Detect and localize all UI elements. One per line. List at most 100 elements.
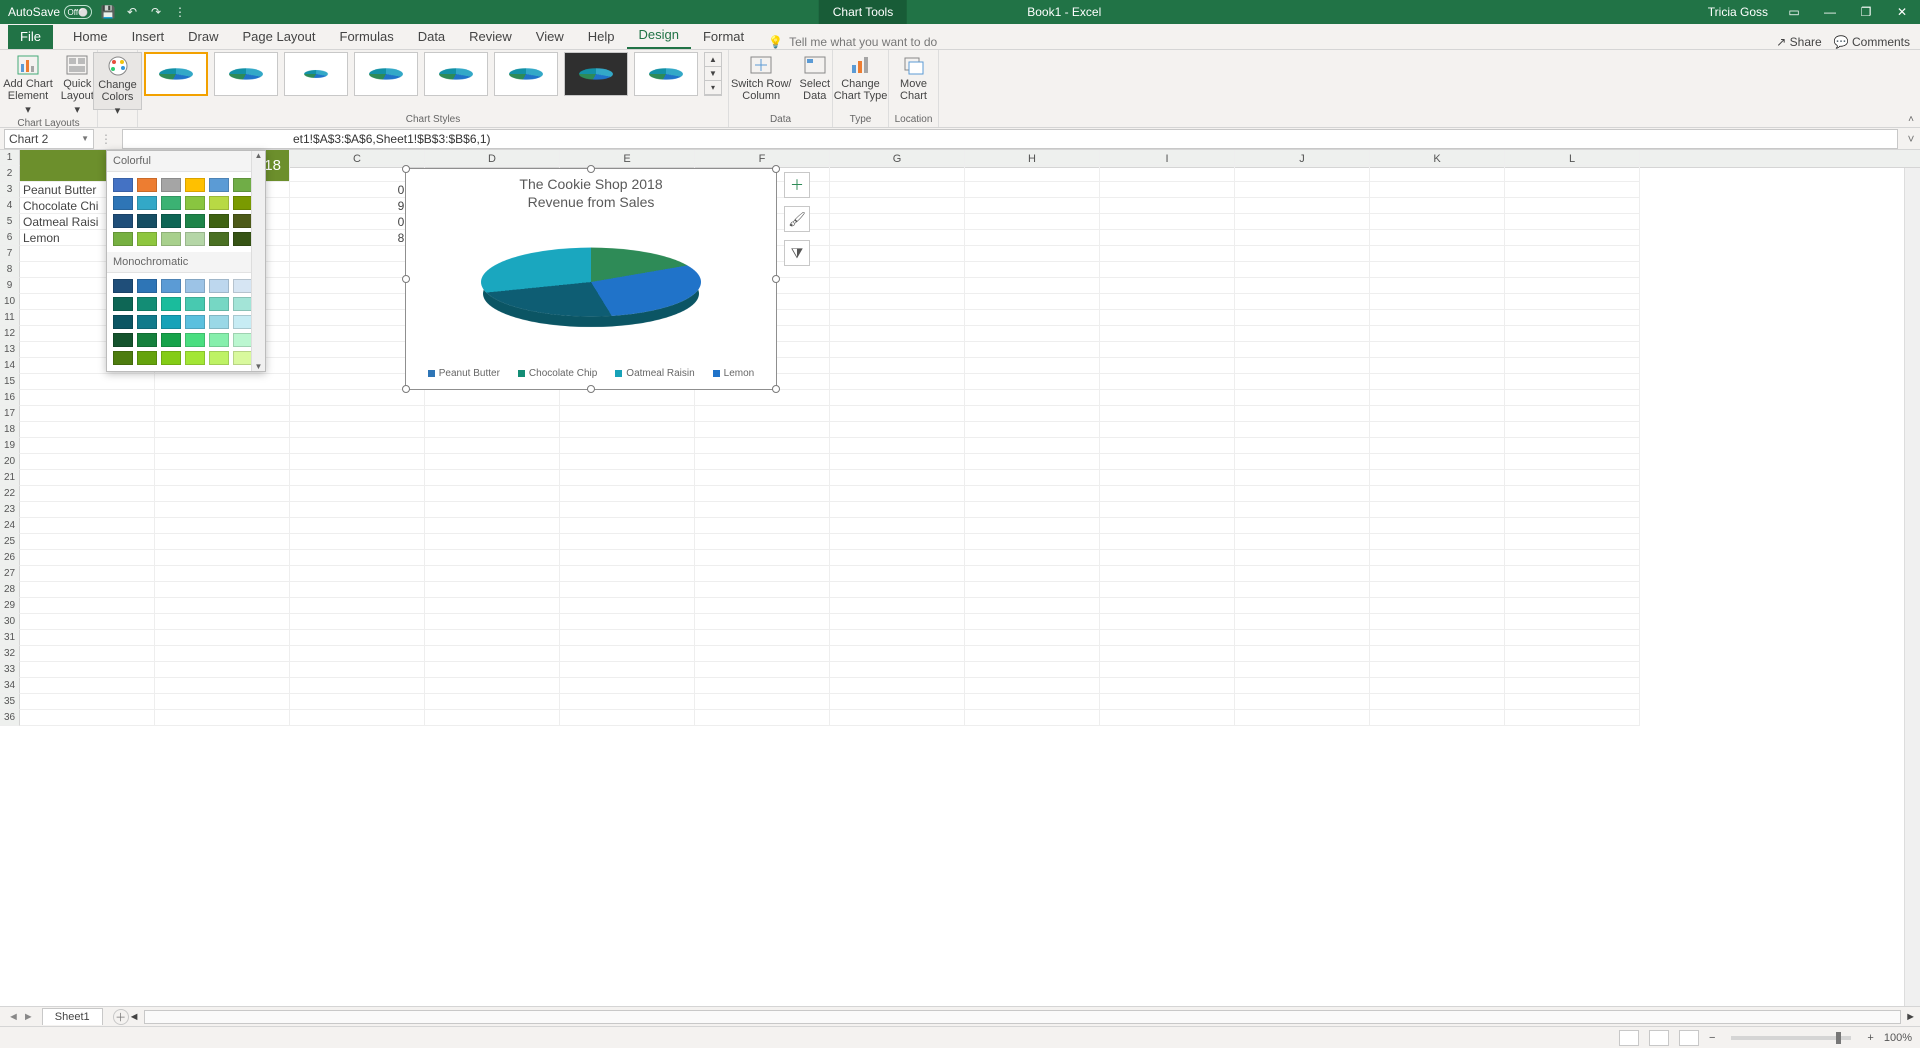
new-sheet-button[interactable]: ＋ (113, 1009, 129, 1025)
tab-formulas[interactable]: Formulas (328, 25, 406, 49)
color-swatch[interactable] (233, 279, 253, 293)
color-swatch[interactable] (185, 279, 205, 293)
row-header[interactable]: 12 (0, 326, 20, 342)
color-swatch[interactable] (209, 315, 229, 329)
row-header[interactable]: 29 (0, 598, 20, 614)
color-swatch[interactable] (161, 214, 181, 228)
ribbon-display-icon[interactable]: ▭ (1784, 2, 1804, 22)
color-swatch[interactable] (161, 232, 181, 246)
color-swatch[interactable] (161, 178, 181, 192)
comments-button[interactable]: 💬 Comments (1834, 35, 1910, 49)
color-swatch[interactable] (233, 232, 253, 246)
minimize-icon[interactable]: — (1820, 2, 1840, 22)
redo-icon[interactable]: ↷ (148, 4, 164, 20)
color-swatch[interactable] (161, 315, 181, 329)
row-header[interactable]: 18 (0, 422, 20, 438)
color-swatch[interactable] (161, 333, 181, 347)
tab-review[interactable]: Review (457, 25, 524, 49)
row-header[interactable]: 9 (0, 278, 20, 294)
row-header[interactable]: 31 (0, 630, 20, 646)
chart-styles-gallery[interactable]: ▲▼▾ (144, 52, 722, 96)
chart-style-1[interactable] (144, 52, 208, 96)
color-swatch[interactable] (209, 297, 229, 311)
color-swatch[interactable] (113, 196, 133, 210)
tab-help[interactable]: Help (576, 25, 627, 49)
color-swatch[interactable] (137, 351, 157, 365)
close-icon[interactable]: ✕ (1892, 2, 1912, 22)
save-icon[interactable]: 💾 (100, 4, 116, 20)
color-swatch[interactable] (161, 297, 181, 311)
color-swatch[interactable] (113, 297, 133, 311)
color-swatch[interactable] (185, 351, 205, 365)
normal-view-icon[interactable] (1619, 1030, 1639, 1046)
row-header[interactable]: 2 (0, 166, 20, 182)
row-header[interactable]: 4 (0, 198, 20, 214)
row-header[interactable]: 35 (0, 694, 20, 710)
dropdown-scrollbar[interactable]: ▲▼ (251, 151, 265, 371)
select-data-button[interactable]: Select Data (795, 52, 834, 104)
add-chart-element-button[interactable]: Add Chart Element▾ (0, 52, 57, 118)
color-swatch[interactable] (209, 351, 229, 365)
page-layout-view-icon[interactable] (1649, 1030, 1669, 1046)
color-swatch[interactable] (113, 333, 133, 347)
chart-styles-button[interactable]: 🖌 (784, 206, 810, 232)
color-swatch[interactable] (113, 232, 133, 246)
color-swatch[interactable] (161, 351, 181, 365)
change-colors-dropdown[interactable]: Colorful Monochromatic ▲▼ (106, 150, 266, 372)
row-header[interactable]: 19 (0, 438, 20, 454)
sheet-tab-sheet1[interactable]: Sheet1 (42, 1008, 103, 1025)
zoom-out-icon[interactable]: − (1709, 1032, 1715, 1044)
quick-layout-button[interactable]: Quick Layout▾ (57, 52, 98, 118)
chart-filters-button[interactable]: ⧩ (784, 240, 810, 266)
row-header[interactable]: 36 (0, 710, 20, 726)
collapse-ribbon-icon[interactable]: ˄ (1908, 114, 1914, 125)
change-colors-button[interactable]: Change Colors▾ (93, 52, 142, 110)
chart-style-7[interactable] (564, 52, 628, 96)
color-swatch[interactable] (233, 315, 253, 329)
tab-home[interactable]: Home (61, 25, 120, 49)
row-header[interactable]: 15 (0, 374, 20, 390)
tab-view[interactable]: View (524, 25, 576, 49)
tab-design[interactable]: Design (627, 23, 691, 49)
color-swatch[interactable] (185, 178, 205, 192)
row-header[interactable]: 32 (0, 646, 20, 662)
color-swatch[interactable] (209, 279, 229, 293)
vertical-scrollbar[interactable] (1904, 168, 1920, 1006)
color-swatch[interactable] (137, 297, 157, 311)
row-header[interactable]: 3 (0, 182, 20, 198)
row-header[interactable]: 8 (0, 262, 20, 278)
autosave-toggle[interactable]: AutoSave Off ⚪ (8, 5, 92, 19)
color-swatch[interactable] (137, 232, 157, 246)
chart-style-8[interactable] (634, 52, 698, 96)
row-header[interactable]: 30 (0, 614, 20, 630)
color-swatch[interactable] (185, 214, 205, 228)
color-swatch[interactable] (209, 333, 229, 347)
color-swatch[interactable] (113, 214, 133, 228)
tab-insert[interactable]: Insert (120, 25, 177, 49)
tell-me-search[interactable]: 💡 Tell me what you want to do (768, 35, 937, 49)
chart-elements-button[interactable]: ＋ (784, 172, 810, 198)
share-button[interactable]: ↗ Share (1776, 35, 1821, 49)
row-header[interactable]: 7 (0, 246, 20, 262)
row-header[interactable]: 28 (0, 582, 20, 598)
color-swatch[interactable] (161, 196, 181, 210)
tab-format[interactable]: Format (691, 25, 756, 49)
row-header[interactable]: 5 (0, 214, 20, 230)
row-header[interactable]: 17 (0, 406, 20, 422)
pie-plot-area[interactable] (481, 217, 701, 347)
color-swatch[interactable] (233, 178, 253, 192)
zoom-in-icon[interactable]: + (1867, 1032, 1873, 1044)
color-swatch[interactable] (233, 196, 253, 210)
row-header[interactable]: 22 (0, 486, 20, 502)
color-swatch[interactable] (209, 232, 229, 246)
chart-style-4[interactable] (354, 52, 418, 96)
color-swatch[interactable] (113, 315, 133, 329)
chart-style-3[interactable] (284, 52, 348, 96)
color-swatch[interactable] (233, 214, 253, 228)
zoom-slider[interactable] (1731, 1036, 1851, 1040)
row-header[interactable]: 34 (0, 678, 20, 694)
color-swatch[interactable] (185, 232, 205, 246)
chart-style-6[interactable] (494, 52, 558, 96)
chart-style-2[interactable] (214, 52, 278, 96)
sheet-nav-prev-icon[interactable]: ◄ (8, 1011, 19, 1023)
